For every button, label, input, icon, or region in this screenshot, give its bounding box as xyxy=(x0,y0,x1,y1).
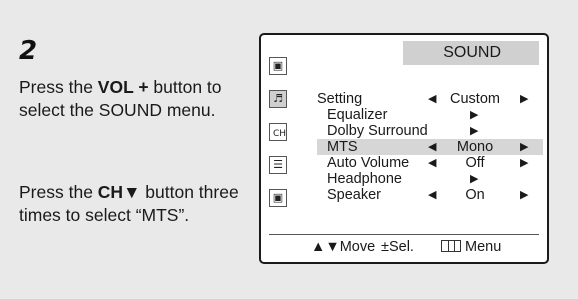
submenu-arrow-icon[interactable]: ▶ xyxy=(470,123,478,139)
channel-icon[interactable]: CH xyxy=(269,123,287,141)
menu-icon xyxy=(441,240,461,252)
instruction-panel: 2 Press the VOL + button to select the S… xyxy=(0,0,578,299)
vol-plus-button-label: VOL + xyxy=(97,77,149,97)
row-label: Auto Volume xyxy=(327,155,410,171)
instruction-step-1: Press the VOL + button to select the SOU… xyxy=(19,76,249,122)
row-value: Custom xyxy=(450,91,500,107)
row-value: Off xyxy=(465,155,485,171)
left-arrow-icon[interactable]: ◀ xyxy=(428,155,436,171)
tv-osd-screen: SOUND ▣ ♬ CH ☰ ▣ Setting ◀ Custom ▶ Equa… xyxy=(259,33,549,264)
submenu-arrow-icon[interactable]: ▶ xyxy=(470,107,478,123)
left-arrow-icon[interactable]: ◀ xyxy=(428,139,436,155)
menu-row-setting[interactable]: Setting ◀ Custom ▶ xyxy=(317,91,543,107)
right-arrow-icon[interactable]: ▶ xyxy=(520,155,528,171)
instruction-step-2: Press the CH▼ button three times to sele… xyxy=(19,181,249,227)
osd-title-bar: SOUND xyxy=(403,41,539,65)
menu-row-mts[interactable]: MTS ◀ Mono ▶ xyxy=(317,139,543,155)
row-value: Mono xyxy=(456,139,494,155)
instruction-text: Press the xyxy=(19,77,98,97)
row-value: On xyxy=(465,187,485,203)
osd-title: SOUND xyxy=(443,44,501,61)
tv-icon[interactable]: ▣ xyxy=(269,57,287,75)
row-label: Dolby Surround xyxy=(327,123,428,139)
left-arrow-icon[interactable]: ◀ xyxy=(428,187,436,203)
svg-text:CH: CH xyxy=(273,129,286,139)
osd-divider xyxy=(269,234,539,235)
row-label: Headphone xyxy=(327,171,402,187)
left-arrow-icon[interactable]: ◀ xyxy=(428,91,436,107)
ch-down-button-label: CH▼ xyxy=(97,182,141,202)
setup-icon[interactable]: ▣ xyxy=(269,189,287,207)
menu-row-auto-volume[interactable]: Auto Volume ◀ Off ▶ xyxy=(317,155,543,171)
move-hint: ▲▼Move xyxy=(311,239,376,255)
step-number: 2 xyxy=(19,36,38,66)
osd-footer: ▲▼Move ±Sel. Menu xyxy=(261,239,547,259)
right-arrow-icon[interactable]: ▶ xyxy=(520,139,528,155)
menu-hint-label: Menu xyxy=(465,239,502,255)
menu-hint: Menu xyxy=(441,239,501,255)
row-label: Equalizer xyxy=(327,107,388,123)
right-arrow-icon[interactable]: ▶ xyxy=(520,91,528,107)
function-icon[interactable]: ☰ xyxy=(269,156,287,174)
submenu-arrow-icon[interactable]: ▶ xyxy=(470,171,478,187)
instruction-text: Press the xyxy=(19,182,98,202)
menu-row-equalizer[interactable]: Equalizer ▶ xyxy=(317,107,543,123)
menu-row-headphone[interactable]: Headphone ▶ xyxy=(317,171,543,187)
select-hint: ±Sel. xyxy=(381,239,414,255)
right-arrow-icon[interactable]: ▶ xyxy=(520,187,528,203)
sound-icon[interactable]: ♬ xyxy=(269,90,287,108)
row-label: MTS xyxy=(327,139,358,155)
menu-row-speaker[interactable]: Speaker ◀ On ▶ xyxy=(317,187,543,203)
row-label: Speaker xyxy=(327,187,382,203)
menu-row-dolby-surround[interactable]: Dolby Surround ▶ xyxy=(317,123,543,139)
row-label: Setting xyxy=(317,91,363,107)
